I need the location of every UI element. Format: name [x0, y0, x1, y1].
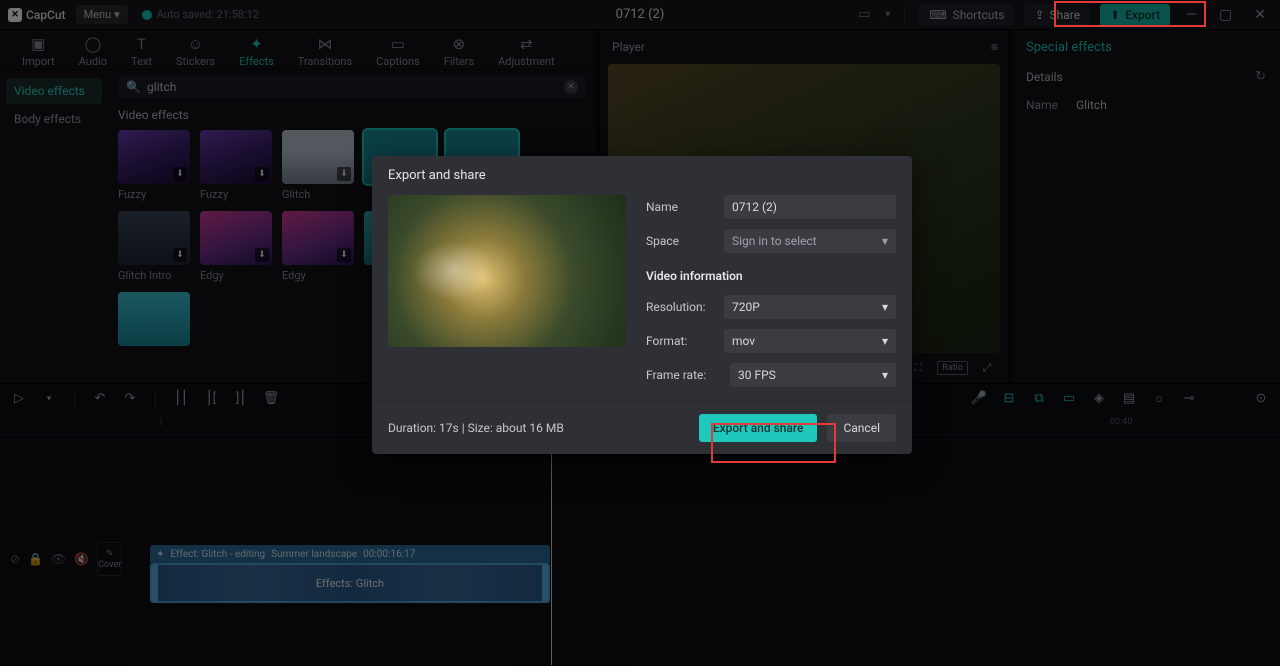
chevron-down-icon: ▾ — [882, 334, 888, 348]
export-modal: Export and share Name Space Sign in to s… — [372, 156, 912, 454]
cancel-button[interactable]: Cancel — [827, 414, 896, 442]
resolution-label: Resolution: — [646, 300, 714, 314]
export-name-input[interactable] — [724, 195, 896, 219]
export-preview — [388, 195, 626, 347]
format-label: Format: — [646, 334, 714, 348]
modal-body: Name Space Sign in to select▾ Video info… — [372, 195, 912, 401]
chevron-down-icon: ▾ — [882, 368, 888, 382]
name-label: Name — [646, 200, 714, 214]
space-label: Space — [646, 234, 714, 248]
chevron-down-icon: ▾ — [882, 234, 888, 248]
modal-title: Export and share — [372, 156, 912, 195]
chevron-down-icon: ▾ — [882, 300, 888, 314]
modal-footer: Duration: 17s | Size: about 16 MB Export… — [372, 401, 912, 454]
space-select[interactable]: Sign in to select▾ — [724, 229, 896, 253]
export-and-share-button[interactable]: Export and share — [699, 414, 818, 442]
framerate-label: Frame rate: — [646, 368, 720, 382]
framerate-select[interactable]: 30 FPS▾ — [730, 363, 896, 387]
export-info: Duration: 17s | Size: about 16 MB — [388, 421, 564, 435]
modal-form: Name Space Sign in to select▾ Video info… — [646, 195, 896, 387]
video-info-heading: Video information — [646, 269, 896, 283]
resolution-select[interactable]: 720P▾ — [724, 295, 896, 319]
format-select[interactable]: mov▾ — [724, 329, 896, 353]
